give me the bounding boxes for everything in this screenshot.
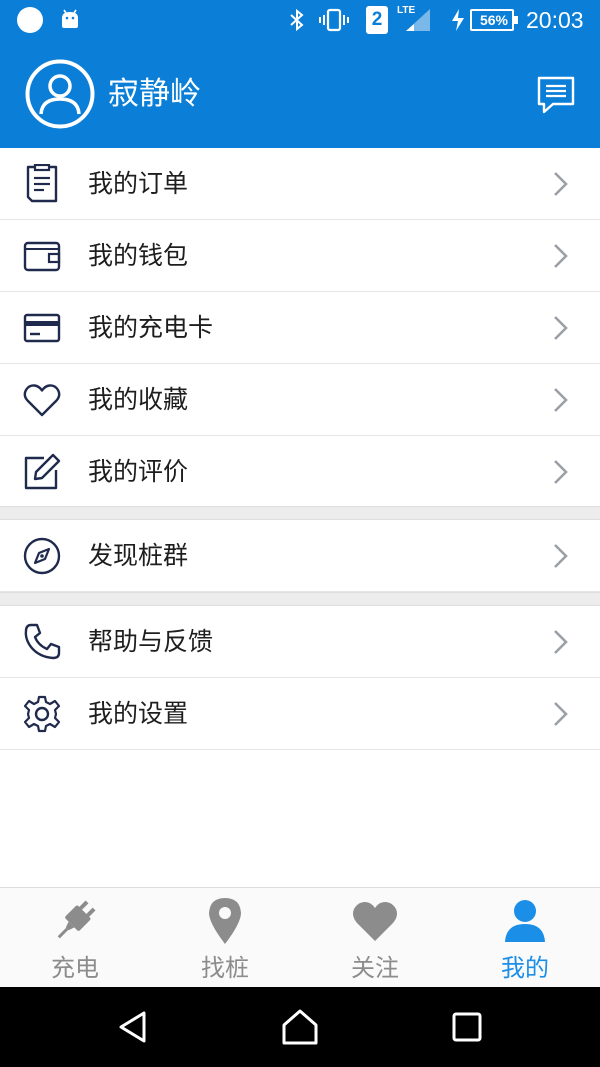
order-icon xyxy=(22,163,62,204)
status-bar: 2 LTE 56% 20:03 xyxy=(0,0,600,40)
section-divider xyxy=(0,506,600,520)
menu-item-label: 帮助与反馈 xyxy=(88,627,214,656)
location-pin-icon xyxy=(200,896,250,946)
clock-time: 20:03 xyxy=(526,6,584,33)
signal-icon xyxy=(404,0,432,40)
bottom-tab-bar: 充电 找桩 关注 我的 xyxy=(0,887,600,987)
chevron-right-icon xyxy=(548,542,572,570)
bluetooth-icon xyxy=(288,0,306,40)
system-nav-bar xyxy=(0,987,600,1067)
tab-label: 我的 xyxy=(501,954,549,982)
wallet-icon xyxy=(22,236,62,276)
sim-icon: 2 xyxy=(366,0,388,40)
charging-icon xyxy=(450,0,466,40)
menu-item-label: 我的充电卡 xyxy=(88,313,214,342)
section-divider xyxy=(0,592,600,606)
menu-item-charge-card[interactable]: 我的充电卡 xyxy=(0,292,600,364)
tab-find-station[interactable]: 找桩 xyxy=(150,888,300,988)
profile-header: 寂静岭 xyxy=(0,40,600,148)
chevron-right-icon xyxy=(548,458,572,486)
compass-icon xyxy=(22,536,62,576)
battery-percentage: 56% xyxy=(479,12,509,28)
heart-icon xyxy=(350,896,400,946)
chevron-right-icon xyxy=(548,628,572,656)
menu-item-wallet[interactable]: 我的钱包 xyxy=(0,220,600,292)
tab-label: 关注 xyxy=(351,954,399,982)
menu-item-label: 我的收藏 xyxy=(88,385,189,414)
person-icon xyxy=(500,896,550,946)
menu-item-label: 我的钱包 xyxy=(88,241,189,270)
menu-item-orders[interactable]: 我的订单 xyxy=(0,148,600,220)
chevron-right-icon xyxy=(548,170,572,198)
edit-icon xyxy=(22,452,62,492)
tab-charge[interactable]: 充电 xyxy=(0,888,150,988)
tab-label: 找桩 xyxy=(201,954,249,982)
chevron-right-icon xyxy=(548,700,572,728)
menu-item-label: 我的订单 xyxy=(88,169,189,198)
heart-icon xyxy=(22,380,62,420)
circle-notification-icon xyxy=(16,0,44,40)
menu-item-favorites[interactable]: 我的收藏 xyxy=(0,364,600,436)
menu-item-discover-stations[interactable]: 发现桩群 xyxy=(0,520,600,592)
back-icon[interactable] xyxy=(114,1007,154,1047)
username[interactable]: 寂静岭 xyxy=(108,72,201,116)
menu-item-help-feedback[interactable]: 帮助与反馈 xyxy=(0,606,600,678)
vibrate-icon xyxy=(318,0,350,40)
plug-icon xyxy=(50,896,100,946)
tab-follow[interactable]: 关注 xyxy=(300,888,450,988)
sim-number: 2 xyxy=(366,6,388,34)
menu-item-reviews[interactable]: 我的评价 xyxy=(0,436,600,508)
message-icon[interactable] xyxy=(535,74,577,116)
card-icon xyxy=(22,308,62,348)
recents-icon[interactable] xyxy=(447,1007,487,1047)
menu-item-label: 发现桩群 xyxy=(88,541,189,570)
chevron-right-icon xyxy=(548,242,572,270)
home-icon[interactable] xyxy=(280,1007,320,1047)
user-avatar-icon[interactable] xyxy=(25,59,95,129)
android-icon xyxy=(58,0,82,40)
tab-mine[interactable]: 我的 xyxy=(450,888,600,988)
chevron-right-icon xyxy=(548,386,572,414)
tab-label: 充电 xyxy=(51,954,99,982)
phone-icon xyxy=(22,622,62,662)
menu-item-settings[interactable]: 我的设置 xyxy=(0,678,600,750)
chevron-right-icon xyxy=(548,314,572,342)
gear-icon xyxy=(22,694,62,734)
menu-item-label: 我的设置 xyxy=(88,699,189,728)
menu-item-label: 我的评价 xyxy=(88,457,189,486)
